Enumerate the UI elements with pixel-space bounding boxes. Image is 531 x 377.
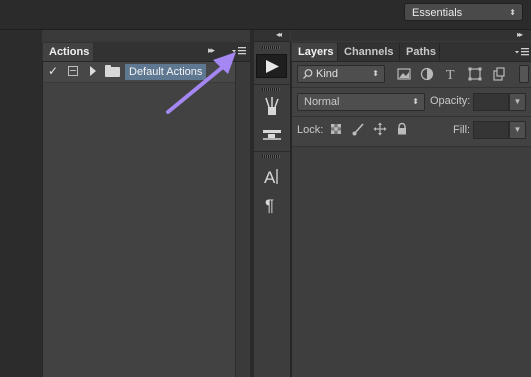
actions-panel-menu-icon[interactable] — [231, 45, 247, 57]
expand-panels-icon[interactable]: ◂◂ — [276, 30, 282, 39]
lock-label: Lock: — [297, 124, 324, 136]
drag-grip[interactable] — [262, 88, 280, 91]
pixel-filter-icon[interactable] — [396, 66, 412, 82]
actions-panel-scrollbar[interactable] — [235, 62, 250, 377]
icon-strip-header — [254, 30, 290, 42]
drag-grip[interactable] — [262, 46, 280, 49]
collapse-to-icons-icon[interactable]: ▸▸ — [517, 30, 523, 39]
drag-grip[interactable] — [262, 155, 280, 158]
clone-source-icon[interactable] — [256, 122, 287, 146]
divider — [292, 87, 531, 88]
strip-separator — [254, 151, 290, 152]
chevron-updown-icon: ⬍ — [509, 8, 516, 17]
layers-panel-menu-icon[interactable] — [514, 46, 530, 58]
opacity-input[interactable] — [473, 93, 509, 111]
workspace-label: Essentials — [412, 7, 463, 19]
folder-icon — [105, 65, 120, 77]
tab-paths[interactable]: Paths — [400, 43, 440, 61]
divider — [292, 146, 531, 147]
expand-triangle-icon[interactable] — [90, 66, 96, 76]
layers-list[interactable] — [292, 148, 531, 377]
collapse-to-icons-icon[interactable]: ▸▸ — [208, 45, 215, 56]
lock-transparent-icon[interactable] — [329, 122, 343, 136]
blend-mode-value: Normal — [304, 96, 340, 108]
filter-toggle-switch[interactable] — [519, 65, 529, 83]
strip-separator — [254, 84, 290, 85]
svg-text:T: T — [446, 68, 455, 82]
tab-actions[interactable]: Actions — [43, 43, 93, 61]
lock-position-icon[interactable] — [373, 122, 387, 136]
svg-text:¶: ¶ — [265, 196, 274, 215]
actions-panel-button[interactable] — [256, 54, 287, 78]
layers-panel-header — [291, 30, 531, 41]
document-area — [0, 30, 42, 377]
paragraph-icon[interactable]: ¶ — [256, 192, 287, 216]
toggle-item-checkmark-icon[interactable]: ✓ — [48, 64, 58, 78]
lock-all-icon[interactable] — [395, 122, 409, 136]
actions-panel — [42, 42, 251, 377]
lock-image-icon[interactable] — [351, 122, 365, 136]
blend-mode-select[interactable]: Normal ⬍ — [297, 93, 425, 111]
fill-input[interactable] — [473, 121, 509, 139]
filter-kind-label: Kind — [316, 68, 339, 80]
tab-layers[interactable]: Layers — [292, 43, 338, 61]
chevron-updown-icon: ⬍ — [412, 97, 419, 106]
opacity-dropdown-button[interactable]: ▼ — [509, 93, 526, 111]
toggle-dialog-icon[interactable] — [68, 66, 78, 76]
svg-text:A: A — [264, 168, 276, 187]
fill-label: Fill: — [453, 124, 471, 136]
workspace-switcher[interactable]: Essentials ⬍ — [404, 3, 523, 21]
action-set-name[interactable]: Default Actions — [125, 64, 207, 80]
character-icon[interactable]: A — [256, 164, 287, 188]
smart-object-filter-icon[interactable] — [491, 66, 507, 82]
shape-filter-icon[interactable] — [467, 66, 483, 82]
tab-channels[interactable]: Channels — [338, 43, 400, 61]
fill-dropdown-button[interactable]: ▼ — [509, 121, 526, 139]
chevron-updown-icon: ⬍ — [372, 69, 379, 78]
opacity-label: Opacity: — [430, 95, 471, 107]
brush-presets-icon[interactable] — [256, 95, 287, 119]
adjustment-filter-icon[interactable] — [419, 66, 435, 82]
divider — [292, 116, 531, 117]
type-filter-icon[interactable]: T — [443, 66, 459, 82]
play-icon — [266, 60, 279, 73]
search-icon — [303, 69, 313, 79]
